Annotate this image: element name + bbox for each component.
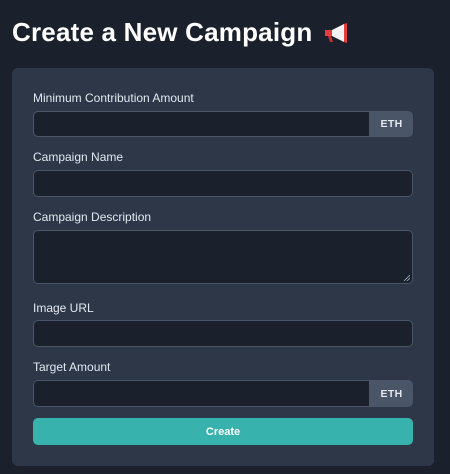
min-contribution-label: Minimum Contribution Amount <box>33 91 194 105</box>
resize-grip-icon[interactable] <box>404 275 410 281</box>
target-amount-unit-addon: ETH <box>370 380 413 407</box>
campaign-description-textarea[interactable] <box>33 230 413 284</box>
min-contribution-unit-addon: ETH <box>370 111 413 137</box>
image-url-input[interactable] <box>33 320 413 347</box>
create-button[interactable]: Create <box>33 418 413 445</box>
campaign-name-input[interactable] <box>33 170 413 197</box>
page-title: Create a New Campaign <box>12 17 313 47</box>
campaign-form-card: Minimum Contribution Amount ETH Campaign… <box>12 68 434 466</box>
page-title-row: Create a New Campaign <box>12 14 350 50</box>
campaign-description-label: Campaign Description <box>33 210 152 224</box>
min-contribution-input[interactable] <box>33 111 370 137</box>
megaphone-icon <box>325 23 348 43</box>
image-url-label: Image URL <box>33 301 94 315</box>
campaign-name-label: Campaign Name <box>33 150 124 164</box>
target-amount-label: Target Amount <box>33 360 111 374</box>
target-amount-input[interactable] <box>33 380 370 407</box>
